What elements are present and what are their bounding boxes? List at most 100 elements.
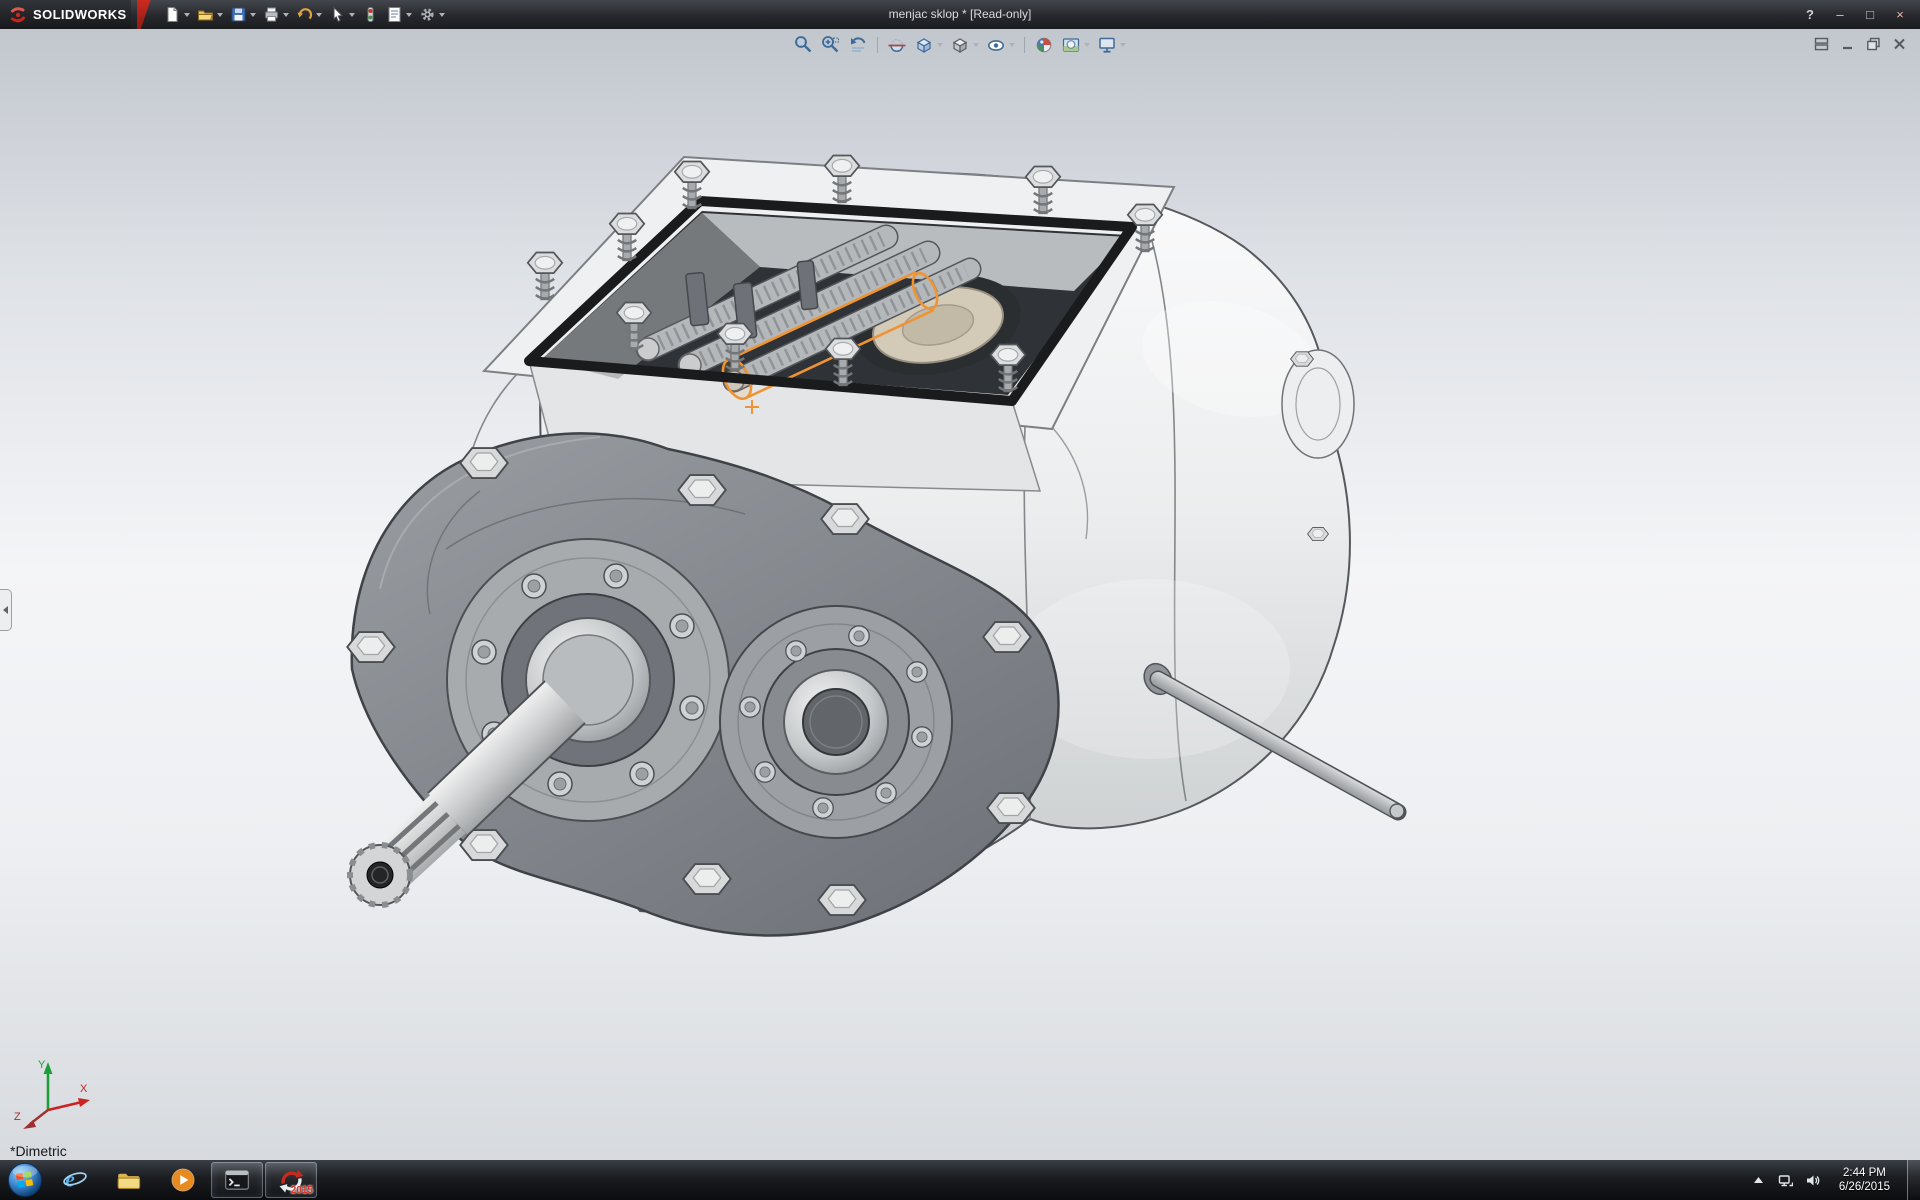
dropdown-caret[interactable] (1084, 43, 1090, 47)
dropdown-caret[interactable] (316, 13, 322, 17)
rebuild-stoplight-icon (362, 6, 379, 23)
section-view-button[interactable] (887, 35, 907, 55)
socket-screw[interactable] (907, 662, 927, 682)
maximize-window-button[interactable]: □ (1856, 5, 1884, 25)
solidworks-logo-icon (8, 5, 28, 25)
view-orientation-label: *Dimetric (10, 1143, 67, 1159)
socket-screw[interactable] (680, 696, 704, 720)
command-prompt-icon (224, 1168, 250, 1192)
gearbox-assembly-model[interactable] (0, 29, 1920, 1160)
help-button[interactable]: ? (1796, 7, 1824, 22)
display-style-button[interactable] (950, 35, 979, 55)
tile-windows-button[interactable] (1812, 36, 1830, 52)
dropdown-caret[interactable] (250, 13, 256, 17)
socket-screw[interactable] (912, 727, 932, 747)
hide-show-items-button[interactable] (986, 35, 1015, 55)
volume-icon[interactable] (1804, 1171, 1822, 1189)
zoom-to-area-icon (821, 35, 841, 55)
y-axis-label: Y (38, 1059, 46, 1071)
view-orientation-button[interactable] (914, 35, 943, 55)
dropdown-caret[interactable] (349, 13, 355, 17)
close-window-button[interactable]: × (1886, 5, 1914, 25)
hex-bolt[interactable] (821, 504, 869, 534)
view-settings-button[interactable] (1097, 35, 1126, 55)
hex-bolt[interactable] (347, 632, 395, 662)
open-folder-icon (197, 6, 214, 23)
socket-screw[interactable] (472, 640, 496, 664)
options-button[interactable] (416, 3, 448, 27)
restore-document-button[interactable] (1864, 36, 1882, 52)
undo-button[interactable] (293, 3, 325, 27)
show-desktop-button[interactable] (1907, 1160, 1920, 1200)
eye-icon (986, 35, 1006, 55)
socket-screw[interactable] (740, 697, 760, 717)
taskbar-clock[interactable]: 2:44 PM 6/26/2015 (1831, 1166, 1898, 1194)
socket-screw[interactable] (604, 564, 628, 588)
save-button[interactable] (227, 3, 259, 27)
previous-view-button[interactable] (848, 35, 868, 55)
internet-explorer-icon: e (62, 1167, 88, 1193)
taskbar-item-windows-explorer[interactable] (103, 1162, 155, 1198)
socket-screw[interactable] (849, 626, 869, 646)
socket-screw[interactable] (813, 798, 833, 818)
rebuild-button[interactable] (359, 3, 382, 27)
close-document-button[interactable] (1890, 36, 1908, 52)
dropdown-caret[interactable] (1120, 43, 1126, 47)
dropdown-caret[interactable] (406, 13, 412, 17)
graphics-viewport[interactable]: Y X Z *Dimetric (0, 29, 1920, 1160)
socket-screw[interactable] (670, 614, 694, 638)
dropdown-caret[interactable] (217, 13, 223, 17)
network-status-icon[interactable] (1777, 1171, 1795, 1189)
show-hidden-icons-button[interactable] (1750, 1171, 1768, 1189)
socket-screw[interactable] (876, 783, 896, 803)
select-tool-button[interactable] (326, 3, 358, 27)
taskbar-item-solidworks[interactable]: 2015 (265, 1162, 317, 1198)
minimize-document-button[interactable] (1838, 36, 1856, 52)
taskbar-item-media-player[interactable] (157, 1162, 209, 1198)
socket-screw[interactable] (548, 772, 572, 796)
start-button[interactable] (2, 1160, 48, 1200)
system-tray: 2:44 PM 6/26/2015 (1750, 1160, 1920, 1200)
socket-screw[interactable] (630, 762, 654, 786)
titlebar-right-controls: ? – □ × (1796, 5, 1920, 25)
cursor-arrow-icon (329, 6, 346, 23)
hex-bolt[interactable] (987, 793, 1035, 823)
dropdown-caret[interactable] (184, 13, 190, 17)
dropdown-caret[interactable] (973, 43, 979, 47)
socket-screw[interactable] (786, 641, 806, 661)
zoom-to-area-button[interactable] (821, 35, 841, 55)
hex-bolt[interactable] (983, 622, 1031, 652)
main-toolbar (151, 3, 448, 27)
print-button[interactable] (260, 3, 292, 27)
dropdown-caret[interactable] (1009, 43, 1015, 47)
hex-bolt[interactable] (1291, 352, 1314, 366)
dropdown-caret[interactable] (439, 13, 445, 17)
apply-scene-button[interactable] (1061, 35, 1090, 55)
file-properties-button[interactable] (383, 3, 415, 27)
socket-screw[interactable] (755, 762, 775, 782)
taskbar-item-internet-explorer[interactable]: e (49, 1162, 101, 1198)
output-shaft-boss[interactable] (720, 606, 952, 838)
svg-text:e: e (65, 1168, 75, 1192)
view-settings-icon (1097, 35, 1117, 55)
app-name: SOLIDWORKS (33, 7, 127, 22)
hex-bolt[interactable] (818, 885, 866, 915)
new-document-button[interactable] (161, 3, 193, 27)
zoom-to-fit-button[interactable] (794, 35, 814, 55)
dropdown-caret[interactable] (937, 43, 943, 47)
hex-bolt[interactable] (460, 830, 508, 860)
featuremanager-collapsed-tab[interactable] (0, 589, 12, 631)
socket-screw[interactable] (522, 574, 546, 598)
open-document-button[interactable] (194, 3, 226, 27)
hex-bolt[interactable] (1308, 527, 1329, 540)
minimize-window-button[interactable]: – (1826, 5, 1854, 25)
taskbar-item-command-prompt[interactable] (211, 1162, 263, 1198)
hex-bolt[interactable] (678, 475, 726, 505)
edit-appearance-button[interactable] (1034, 35, 1054, 55)
hex-bolt[interactable] (683, 864, 731, 894)
undo-arrow-icon (296, 6, 313, 23)
view-orientation-cube-icon (914, 35, 934, 55)
dropdown-caret[interactable] (283, 13, 289, 17)
spline-end[interactable] (350, 845, 410, 905)
hex-bolt[interactable] (460, 448, 508, 478)
